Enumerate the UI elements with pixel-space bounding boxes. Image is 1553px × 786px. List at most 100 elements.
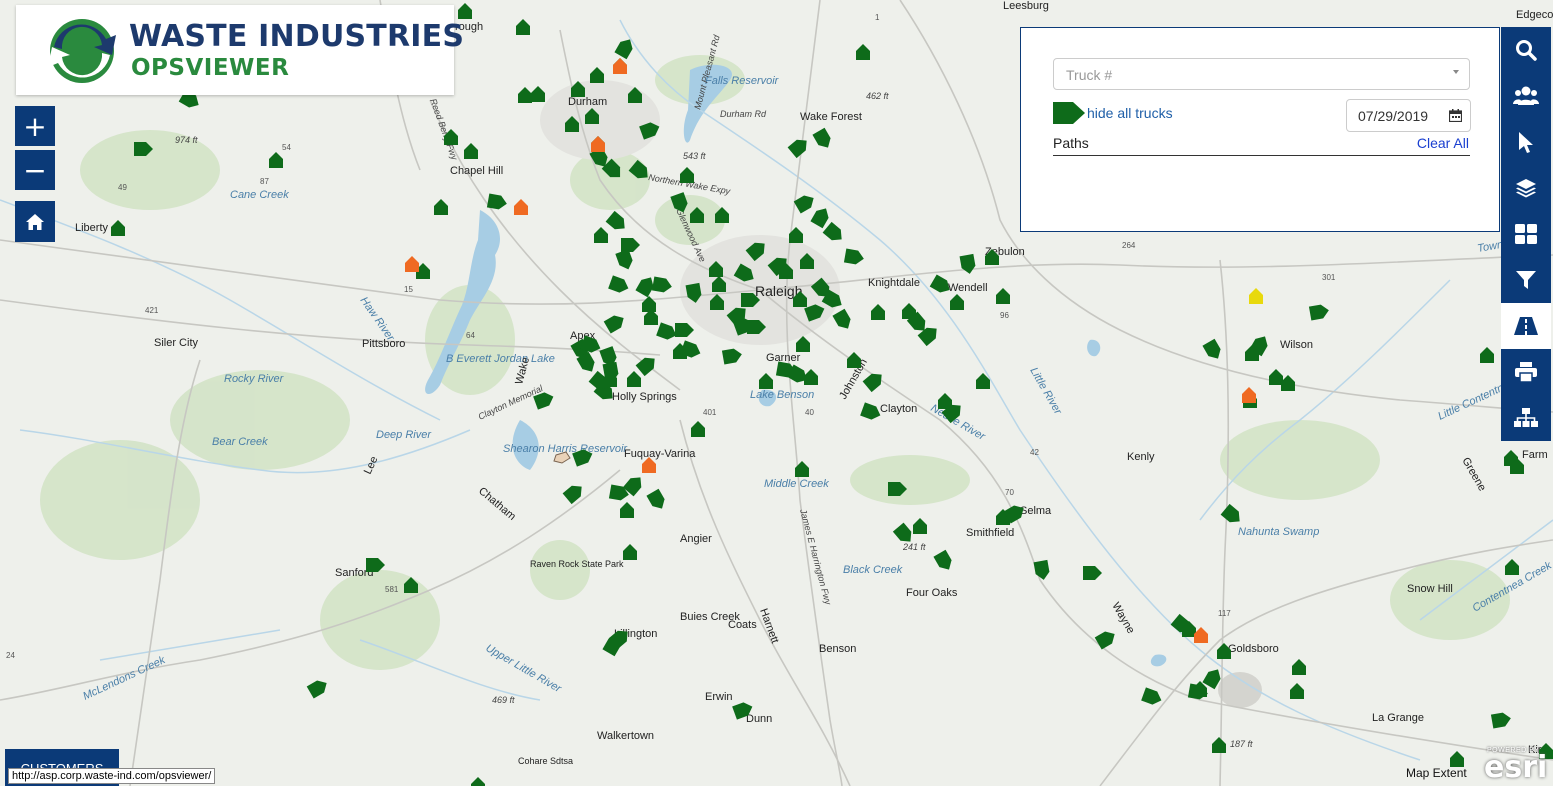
basemap-tool-button[interactable] <box>1501 211 1551 257</box>
place-label: Fuquay-Varina <box>624 448 696 460</box>
layers-tool-button[interactable] <box>1501 165 1551 211</box>
place-label: Lake Benson <box>750 389 814 401</box>
app-logo: WASTE INDUSTRIES OPSVIEWER <box>16 5 464 95</box>
highway-shield: 401 <box>703 408 717 417</box>
highway-shield: 64 <box>466 331 475 340</box>
place-label: Cane Creek <box>230 189 289 201</box>
zoom-in-button[interactable]: + <box>15 106 55 146</box>
place-label: Garner <box>766 352 801 364</box>
place-label: Siler City <box>154 337 199 349</box>
clear-all-link[interactable]: Clear All <box>1417 135 1469 151</box>
place-label: Farm <box>1522 449 1548 461</box>
highway-shield: 301 <box>1322 273 1336 282</box>
place-label: Coats <box>728 619 757 631</box>
highway-shield: 54 <box>282 143 291 152</box>
users-icon <box>1513 86 1539 105</box>
print-tool-button[interactable] <box>1501 349 1551 395</box>
org-tool-button[interactable] <box>1501 395 1551 441</box>
search-tool-button[interactable] <box>1501 27 1551 73</box>
paths-divider <box>1053 155 1470 156</box>
truck-select[interactable]: Truck # <box>1053 58 1470 90</box>
place-label: Bear Creek <box>212 436 268 448</box>
place-label: Nahunta Swamp <box>1238 526 1319 538</box>
zoom-out-button[interactable]: − <box>15 150 55 190</box>
place-label: Holly Springs <box>612 391 677 403</box>
place-label: Selma <box>1020 505 1052 517</box>
calendar-icon[interactable] <box>1449 109 1462 122</box>
filter-icon <box>1516 271 1536 289</box>
place-label: 187 ft <box>1230 739 1253 749</box>
road-tool-button[interactable] <box>1501 303 1551 349</box>
place-label: Kenly <box>1127 451 1155 463</box>
place-label: Durham <box>568 96 607 108</box>
place-label: Middle Creek <box>764 478 829 490</box>
road-icon <box>1514 317 1538 335</box>
pointer-icon <box>1519 132 1533 153</box>
place-label: B Everett Jordan Lake <box>446 353 555 365</box>
place-label: Dunn <box>746 713 772 725</box>
print-icon <box>1515 362 1537 382</box>
home-button[interactable] <box>15 201 55 242</box>
recycle-logo-icon <box>48 19 116 83</box>
place-label: 469 ft <box>492 695 515 705</box>
highway-shield: 421 <box>145 306 159 315</box>
place-label: Clayton <box>880 403 917 415</box>
place-label: La Grange <box>1372 712 1424 724</box>
place-label: Edgecomb <box>1516 9 1553 21</box>
place-label: Cohare Sdtsa <box>518 756 573 766</box>
date-input[interactable]: 07/29/2019 <box>1346 99 1471 132</box>
grid-icon <box>1515 224 1537 244</box>
highway-shield: 581 <box>385 585 399 594</box>
org-chart-icon <box>1514 408 1538 427</box>
highway-shield: 117 <box>1218 609 1231 618</box>
highway-shield: 96 <box>1000 311 1009 320</box>
place-label: 462 ft <box>866 91 889 101</box>
place-label: Liberty <box>75 222 109 234</box>
esri-logo: esri <box>1484 750 1548 785</box>
highway-shield: 87 <box>260 177 269 186</box>
paths-label: Paths <box>1053 135 1089 151</box>
place-label: Smithfield <box>966 527 1014 539</box>
date-value: 07/29/2019 <box>1358 108 1429 124</box>
highway-shield: 40 <box>805 408 814 417</box>
filter-tool-button[interactable] <box>1501 257 1551 303</box>
home-icon <box>26 213 44 230</box>
place-label: Walkertown <box>597 730 654 742</box>
truck-panel: Truck # hide all trucks 07/29/2019 Paths… <box>1020 27 1500 232</box>
place-label: Leesburg <box>1003 0 1049 12</box>
place-label: Benson <box>819 643 856 655</box>
hide-trucks-link[interactable]: hide all trucks <box>1087 105 1173 121</box>
highway-shield: 70 <box>1005 488 1014 497</box>
place-label: Angier <box>680 533 712 545</box>
right-toolbar <box>1501 27 1551 441</box>
place-label: Snow Hill <box>1407 583 1453 595</box>
highway-shield: 264 <box>1122 241 1136 250</box>
place-label: Chapel Hill <box>450 165 503 177</box>
chevron-down-icon <box>1453 70 1459 74</box>
place-label: 974 ft <box>175 135 198 145</box>
place-label: 543 ft <box>683 151 706 161</box>
layers-icon <box>1516 179 1536 198</box>
place-label: Durham Rd <box>720 109 767 119</box>
map-extent-link[interactable]: Map Extent <box>1406 766 1467 780</box>
select-tool-button[interactable] <box>1501 119 1551 165</box>
place-label: Knightdale <box>868 277 920 289</box>
place-label: 241 ft <box>902 542 926 552</box>
place-label: Erwin <box>705 691 733 703</box>
place-label: Four Oaks <box>906 587 958 599</box>
logo-subtitle: OPSVIEWER <box>131 55 290 81</box>
status-bar-url: http://asp.corp.waste-ind.com/opsviewer/ <box>8 768 216 784</box>
users-tool-button[interactable] <box>1501 73 1551 119</box>
place-label: Deep River <box>376 429 432 441</box>
logo-title: WASTE INDUSTRIES <box>129 19 465 54</box>
place-label: Black Creek <box>843 564 903 576</box>
place-label: Falls Reservoir <box>705 75 780 87</box>
search-icon <box>1516 40 1537 61</box>
place-label: Wake Forest <box>800 111 862 123</box>
place-label: Rocky River <box>224 373 285 385</box>
truck-select-placeholder: Truck # <box>1066 67 1113 83</box>
place-label: Pittsboro <box>362 338 405 350</box>
highway-shield: 1 <box>875 13 880 22</box>
truck-icon <box>1053 102 1085 124</box>
place-label: Raven Rock State Park <box>530 559 624 569</box>
